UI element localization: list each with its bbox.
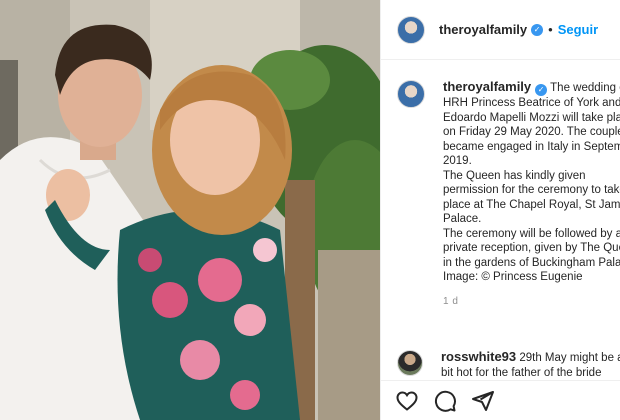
caption-line: The Queen has kindly given	[443, 169, 586, 182]
author-handle[interactable]: theroyalfamily	[439, 22, 527, 37]
caption-line: became engaged in Italy in September	[443, 140, 620, 153]
caption-line: The ceremony will be followed by a	[443, 227, 620, 240]
caption-line: HRH Princess Beatrice of York and Mr	[443, 97, 620, 110]
comment-icon[interactable]	[433, 389, 457, 413]
commenter-avatar[interactable]	[397, 350, 423, 376]
caption-line: on Friday 29 May 2020. The couple	[443, 126, 620, 139]
comment-text-continued: bit hot for the father of the bride	[441, 366, 602, 379]
caption-line: Palace.	[443, 213, 482, 226]
post-sidebar: theroyalfamily ✓ • Seguir theroyalfamily…	[380, 0, 620, 420]
verified-badge-icon: ✓	[531, 23, 544, 36]
caption-line: 2019.	[443, 155, 472, 168]
caption-line: Image: © Princess Eugenie	[443, 271, 583, 284]
share-icon[interactable]	[471, 389, 495, 413]
caption-line: The wedding of	[550, 82, 620, 94]
author-avatar[interactable]	[397, 15, 425, 44]
caption-line: Edoardo Mapelli Mozzi will take place	[443, 111, 620, 124]
comment-item: rosswhite93 29th May might be a bit hot …	[397, 349, 620, 380]
caption-body: theroyalfamily ✓ The wedding of HRH Princ…	[443, 79, 620, 310]
heart-icon[interactable]	[395, 389, 419, 413]
caption-author-handle[interactable]: theroyalfamily	[443, 79, 531, 94]
post-time-ago[interactable]: 1 d	[443, 295, 620, 310]
caption-line: place at The Chapel Royal, St James's	[443, 198, 620, 211]
commenter-handle[interactable]: rosswhite93	[441, 349, 516, 364]
couple-photo	[0, 0, 380, 420]
post-photo[interactable]	[0, 0, 380, 420]
post-actions	[381, 380, 620, 420]
comment-body: rosswhite93 29th May might be a bit hot …	[441, 349, 620, 380]
caption-author-avatar[interactable]	[397, 80, 425, 108]
separator-dot: •	[548, 22, 553, 37]
comment-text: 29th May might be a	[519, 352, 620, 364]
caption-line: permission for the ceremony to take	[443, 184, 620, 197]
post-header: theroyalfamily ✓ • Seguir	[381, 0, 620, 60]
caption-line: private reception, given by The Queen	[443, 242, 620, 255]
post-caption: theroyalfamily ✓ The wedding of HRH Princ…	[397, 79, 620, 310]
caption-line: in the gardens of Buckingham Palace.	[443, 256, 620, 269]
verified-badge-icon: ✓	[535, 84, 548, 97]
follow-button[interactable]: Seguir	[558, 22, 598, 37]
